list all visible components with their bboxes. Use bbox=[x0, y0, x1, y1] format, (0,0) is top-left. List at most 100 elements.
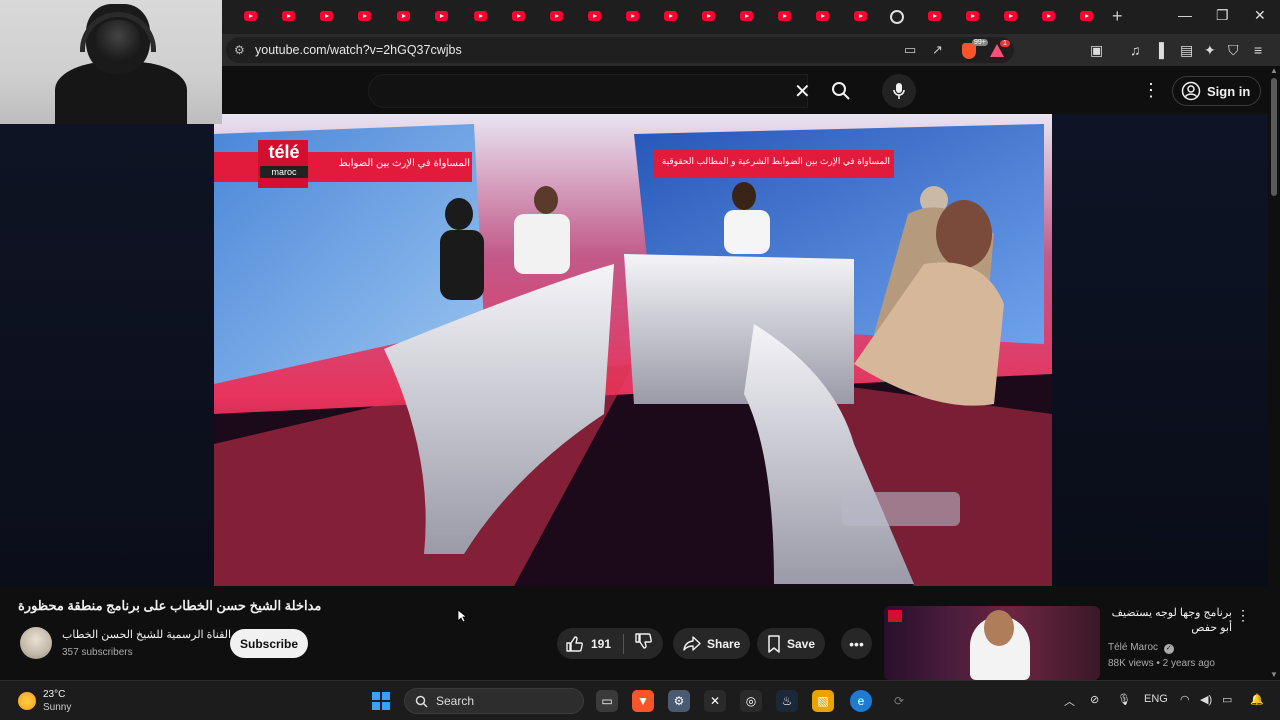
youtube-tab-icon[interactable] bbox=[397, 11, 410, 21]
site-settings-icon[interactable]: ⚙ bbox=[234, 43, 245, 57]
scroll-down-icon[interactable]: ▼ bbox=[1270, 670, 1278, 679]
verified-icon: ✓ bbox=[1163, 644, 1174, 654]
steam-icon[interactable]: ♨ bbox=[776, 690, 798, 712]
like-button[interactable]: 191 bbox=[557, 635, 623, 653]
youtube-tab-icon[interactable] bbox=[778, 11, 791, 21]
recommendation-menu-icon[interactable]: ⋮ bbox=[1236, 607, 1250, 624]
youtube-tab-icon[interactable] bbox=[358, 11, 371, 21]
webcam-overlay bbox=[0, 0, 222, 124]
restore-icon[interactable]: ❐ bbox=[1216, 7, 1229, 24]
video-player[interactable]: télé maroc المساواة في الإرث بين الضوابط… bbox=[214, 114, 1052, 586]
media-icon[interactable]: ♫ bbox=[1130, 42, 1141, 58]
subscribe-button[interactable]: Subscribe bbox=[230, 629, 308, 658]
minimize-icon[interactable]: — bbox=[1178, 7, 1192, 23]
channel-avatar[interactable] bbox=[20, 627, 52, 659]
battery-icon[interactable]: ▭ bbox=[1222, 693, 1232, 706]
subscriber-count: 357 subscribers bbox=[62, 647, 133, 658]
xbox-icon[interactable]: ✕ bbox=[704, 690, 726, 712]
youtube-tab-icon[interactable] bbox=[928, 11, 941, 21]
thumbnail-face bbox=[984, 610, 1014, 646]
microphone-tray-icon[interactable]: 🎙 bbox=[1117, 693, 1131, 706]
clear-search-icon[interactable]: ✕ bbox=[794, 79, 811, 104]
winrar-icon[interactable]: ▧ bbox=[812, 690, 834, 712]
youtube-tab-icon[interactable] bbox=[550, 11, 563, 21]
edge-icon[interactable]: e bbox=[850, 690, 872, 712]
weather-temperature[interactable]: 23°C bbox=[43, 689, 65, 700]
thumbs-up-icon bbox=[566, 635, 583, 652]
search-button[interactable] bbox=[818, 74, 864, 108]
sidebar-icon[interactable]: ▐ bbox=[1154, 42, 1164, 58]
scrollbar-thumb[interactable] bbox=[1271, 78, 1277, 196]
share-page-icon[interactable]: ↗ bbox=[932, 42, 943, 58]
active-tab-icon[interactable] bbox=[890, 10, 904, 24]
chatgpt-icon[interactable]: ◎ bbox=[740, 690, 762, 712]
vpn-icon[interactable]: ⛉ bbox=[1228, 42, 1239, 59]
youtube-tab-icon[interactable] bbox=[664, 11, 677, 21]
brave-browser-icon[interactable]: ▼ bbox=[632, 690, 654, 712]
settings-menu-icon[interactable]: ⋮ bbox=[1142, 80, 1160, 101]
youtube-tab-icon[interactable] bbox=[435, 11, 448, 21]
recommendation-channel[interactable]: Télé Maroc ✓ bbox=[1108, 642, 1174, 654]
youtube-tab-icon[interactable] bbox=[1042, 11, 1055, 21]
wallet-icon[interactable]: ▤ bbox=[1180, 42, 1193, 59]
logo-sub: maroc bbox=[260, 166, 308, 178]
sign-in-label: Sign in bbox=[1207, 83, 1251, 99]
url-text[interactable]: youtube.com/watch?v=2hGQ37cwjbs bbox=[255, 43, 462, 57]
scroll-up-icon[interactable]: ▲ bbox=[1270, 66, 1278, 75]
more-actions-button[interactable]: ••• bbox=[841, 628, 872, 659]
sun-icon[interactable] bbox=[18, 692, 36, 710]
address-bar[interactable]: ⚙ youtube.com/watch?v=2hGQ37cwjbs ▭ ↗ 99… bbox=[226, 37, 1014, 63]
leo-ai-icon[interactable]: ✦ bbox=[1204, 42, 1216, 59]
youtube-tab-icon[interactable] bbox=[740, 11, 753, 21]
sign-in-button[interactable]: Sign in bbox=[1172, 76, 1262, 106]
youtube-tab-icon[interactable] bbox=[474, 11, 487, 21]
menu-icon[interactable]: ≡ bbox=[1254, 42, 1262, 58]
show-hidden-icons[interactable]: ︿ bbox=[1064, 693, 1075, 709]
youtube-tab-icon[interactable] bbox=[320, 11, 333, 21]
tele-maroc-logo: télé maroc bbox=[260, 142, 308, 186]
recommendation-thumbnail[interactable] bbox=[884, 606, 1100, 680]
youtube-tab-icon[interactable] bbox=[1080, 11, 1093, 21]
notification-bell-icon[interactable]: 🔔 bbox=[1250, 693, 1264, 706]
weather-condition[interactable]: Sunny bbox=[43, 702, 71, 713]
voice-search-button[interactable] bbox=[882, 74, 916, 108]
logo-brand: télé bbox=[268, 142, 300, 162]
network-off-icon[interactable]: ⊘ bbox=[1090, 693, 1099, 706]
youtube-tab-icon[interactable] bbox=[702, 11, 715, 21]
settings-app-icon[interactable]: ⚙ bbox=[668, 690, 690, 712]
youtube-tab-icon[interactable] bbox=[282, 11, 295, 21]
reader-mode-icon[interactable]: ▣ bbox=[1090, 42, 1103, 59]
video-title: مداخلة الشيخ حسن الخطاب على برنامج منطقة… bbox=[18, 598, 322, 613]
channel-name[interactable]: القناة الرسمية للشيخ الحسن الخطاب bbox=[62, 628, 231, 641]
task-view-icon[interactable]: ▭ bbox=[596, 690, 618, 712]
page-scrollbar[interactable]: ▲ ▼ bbox=[1268, 66, 1280, 680]
youtube-tab-icon[interactable] bbox=[512, 11, 525, 21]
search-input[interactable] bbox=[368, 74, 808, 108]
recommendation-title[interactable]: برنامج وجها لوجه يستضيف أبو حفص bbox=[1108, 606, 1232, 636]
start-button[interactable] bbox=[372, 692, 390, 710]
youtube-tab-icon[interactable] bbox=[1004, 11, 1017, 21]
banner-right: المساواة في الإرث بين الضوابط الشرعية و … bbox=[661, 156, 890, 166]
youtube-tab-icon[interactable] bbox=[966, 11, 979, 21]
recommendation-age: 2 years ago bbox=[1162, 658, 1215, 669]
taskbar-search[interactable]: Search bbox=[404, 688, 584, 714]
cast-icon[interactable]: ▭ bbox=[904, 42, 916, 58]
close-window-icon[interactable]: ✕ bbox=[1254, 7, 1266, 24]
share-button[interactable]: Share bbox=[673, 628, 751, 659]
volume-icon[interactable]: ◀) bbox=[1200, 693, 1212, 706]
pinned-app-icon[interactable]: ⟳ bbox=[888, 690, 910, 712]
wifi-icon[interactable]: ◠ bbox=[1180, 693, 1190, 706]
youtube-tab-icon[interactable] bbox=[244, 11, 257, 21]
youtube-tab-icon[interactable] bbox=[626, 11, 639, 21]
language-indicator[interactable]: ENG bbox=[1144, 693, 1168, 705]
youtube-tab-icon[interactable] bbox=[854, 11, 867, 21]
youtube-tab-icon[interactable] bbox=[816, 11, 829, 21]
account-icon bbox=[1181, 81, 1201, 101]
save-button[interactable]: Save bbox=[757, 628, 826, 659]
windows-logo-q4 bbox=[382, 702, 390, 710]
dislike-button[interactable] bbox=[624, 632, 652, 655]
search-icon bbox=[832, 82, 850, 100]
new-tab-icon[interactable]: + bbox=[1112, 6, 1123, 27]
rewards-badge: 1 bbox=[1000, 40, 1010, 47]
youtube-tab-icon[interactable] bbox=[588, 11, 601, 21]
